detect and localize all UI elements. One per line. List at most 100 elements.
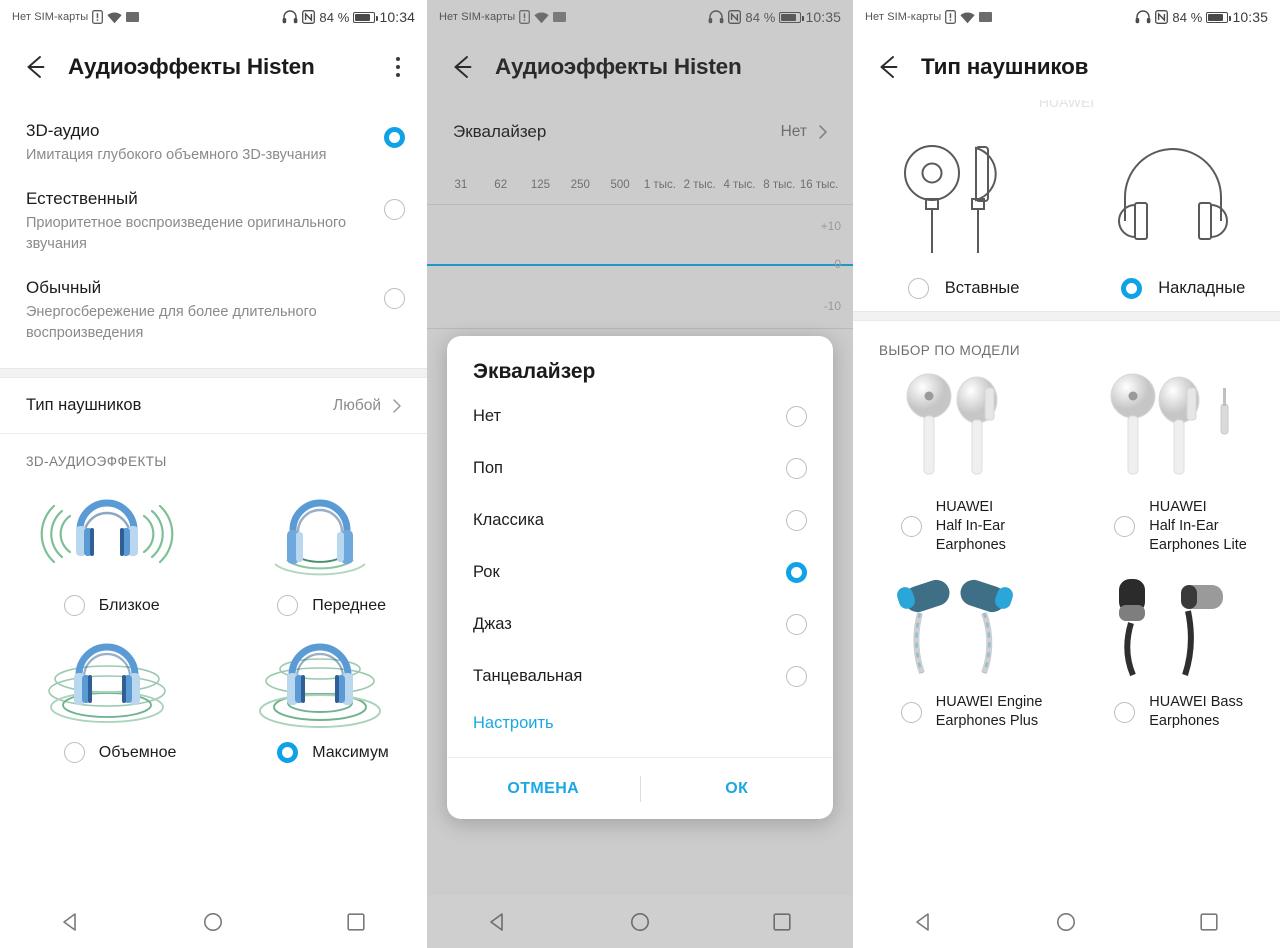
headphone-type-label: Тип наушников xyxy=(26,396,142,414)
headphone-type-value: Любой xyxy=(333,396,381,414)
equalizer-graph[interactable]: +10 0 -10 xyxy=(427,202,853,352)
equalizer-row[interactable]: Эквалайзер Нет xyxy=(427,100,853,164)
mode-row-natural[interactable]: Естественный Приоритетное воспроизведени… xyxy=(0,176,427,265)
sms-icon xyxy=(126,12,140,22)
option-radio-jazz[interactable] xyxy=(786,613,807,635)
effect-cell-surround[interactable]: Объемное xyxy=(0,622,214,769)
type-label: Накладные xyxy=(1158,279,1246,297)
square-recents-icon[interactable] xyxy=(771,911,793,933)
page-title: Аудиоэффекты Histen xyxy=(495,54,742,79)
headphones-max-icon xyxy=(240,632,400,730)
mode-row-3d-audio[interactable]: 3D-аудио Имитация глубокого объемного 3D… xyxy=(0,108,427,176)
type-cell-over-ear[interactable]: Накладные xyxy=(1067,132,1280,299)
mode-radio-standard[interactable] xyxy=(384,287,405,309)
mode-title: 3D-аудио xyxy=(26,121,100,140)
effect-radio-near[interactable] xyxy=(63,595,85,616)
over-ear-headphones-icon xyxy=(1103,132,1243,262)
triangle-back-icon[interactable] xyxy=(60,911,82,933)
effect-cell-near[interactable]: Близкое xyxy=(0,475,214,622)
triangle-back-icon[interactable] xyxy=(913,911,935,933)
option-radio-rock[interactable] xyxy=(786,561,807,583)
dialog-option-pop[interactable]: Поп xyxy=(447,442,833,494)
type-radio-in-ear[interactable] xyxy=(907,278,929,299)
mode-radio-3d-audio[interactable] xyxy=(384,127,405,148)
sms-icon xyxy=(553,12,567,22)
model-cell-engine-plus[interactable]: HUAWEI Engine Earphones Plus xyxy=(853,555,1067,731)
system-nav-bar xyxy=(0,895,427,948)
model-cell-bass[interactable]: HUAWEI Bass Earphones xyxy=(1067,555,1280,731)
graph-label-zero: 0 xyxy=(834,257,841,271)
clipped-text: HUAWEI xyxy=(1038,100,1095,110)
dialog-customize-link[interactable]: Настроить xyxy=(447,702,833,743)
model-cell-half-in-ear[interactable]: HUAWEI Half In-Ear Earphones xyxy=(853,360,1067,555)
dialog-option-classic[interactable]: Классика xyxy=(447,494,833,546)
type-cell-in-ear[interactable]: Вставные xyxy=(853,132,1067,299)
earbuds-icon xyxy=(890,132,1030,262)
square-recents-icon[interactable] xyxy=(1198,911,1220,933)
screen-equalizer-dialog: Нет SIM-карты 84 % 10:35 Аудиоэффекты Hi… xyxy=(427,0,853,948)
clock-text: 10:35 xyxy=(805,9,841,25)
dialog-option-rock[interactable]: Рок xyxy=(447,546,833,598)
huawei-engine-plus-photo xyxy=(880,561,1040,683)
nfc-icon xyxy=(1155,10,1169,24)
back-arrow-icon[interactable] xyxy=(18,50,52,84)
battery-percent-text: 84 % xyxy=(319,9,350,25)
dialog-option-dance[interactable]: Танцевальная xyxy=(447,650,833,702)
effect-radio-front[interactable] xyxy=(277,595,299,616)
mode-radio-natural[interactable] xyxy=(384,198,405,220)
freq-label: 2 тыс. xyxy=(683,179,716,191)
freq-label: 125 xyxy=(530,179,551,191)
effect-cell-max[interactable]: Максимум xyxy=(214,622,428,769)
model-name: HUAWEI Half In-Ear Earphones Lite xyxy=(1149,499,1247,553)
status-bar: Нет SIM-карты xyxy=(853,0,1280,34)
model-radio-half-in-ear[interactable] xyxy=(900,516,922,537)
circle-home-icon[interactable] xyxy=(202,911,224,933)
model-radio-half-in-ear-lite[interactable] xyxy=(1114,516,1136,537)
equalizer-dialog: Эквалайзер Нет Поп Классика Рок Джаз Тан… xyxy=(447,336,833,819)
app-bar: Тип наушников xyxy=(853,34,1280,100)
audio-mode-list: 3D-аудио Имитация глубокого объемного 3D… xyxy=(0,100,427,368)
option-radio-dance[interactable] xyxy=(786,665,807,687)
freq-label: 8 тыс. xyxy=(763,179,796,191)
model-radio-bass[interactable] xyxy=(1114,701,1136,723)
mode-row-standard[interactable]: Обычный Энергосбережение для более длите… xyxy=(0,265,427,354)
dialog-option-jazz[interactable]: Джаз xyxy=(447,598,833,650)
equalizer-frequency-labels: 31 62 125 250 500 1 тыс. 2 тыс. 4 тыс. 8… xyxy=(427,164,853,192)
model-cell-half-in-ear-lite[interactable]: HUAWEI Half In-Ear Earphones Lite xyxy=(1067,360,1280,555)
clock-text: 10:35 xyxy=(1232,9,1268,25)
page-title: Тип наушников xyxy=(921,54,1089,79)
ok-button[interactable]: ОК xyxy=(641,780,834,798)
cancel-button[interactable]: ОТМЕНА xyxy=(447,780,640,798)
section-header-models: ВЫБОР ПО МОДЕЛИ xyxy=(879,343,1021,358)
effect-radio-max[interactable] xyxy=(277,742,299,763)
headphone-type-row[interactable]: Тип наушников Любой xyxy=(0,378,427,433)
back-arrow-icon[interactable] xyxy=(445,50,479,84)
sms-icon xyxy=(979,12,993,22)
freq-label: 250 xyxy=(570,179,590,191)
option-label: Танцевальная xyxy=(473,666,583,685)
model-radio-engine-plus[interactable] xyxy=(900,701,922,723)
model-name: HUAWEI Bass Earphones xyxy=(1149,694,1243,729)
sim-alert-icon xyxy=(945,10,957,24)
overflow-menu-icon[interactable] xyxy=(387,50,409,84)
headphones-near-icon xyxy=(32,485,182,583)
screen-headphone-type: Нет SIM-карты 84 % 10:35 Тип наушников H… xyxy=(853,0,1280,948)
effect-radio-surround[interactable] xyxy=(63,742,85,763)
type-radio-over-ear[interactable] xyxy=(1121,278,1143,299)
triangle-back-icon[interactable] xyxy=(487,911,509,933)
battery-icon xyxy=(1206,11,1232,23)
effect-cell-front[interactable]: Переднее xyxy=(214,475,428,622)
headset-icon xyxy=(709,10,724,24)
option-label: Нет xyxy=(473,406,502,425)
square-recents-icon[interactable] xyxy=(345,911,367,933)
option-radio-pop[interactable] xyxy=(786,457,807,479)
option-radio-classic[interactable] xyxy=(786,509,807,531)
scrolled-content-clip: HUAWEI xyxy=(853,100,1280,122)
option-radio-none[interactable] xyxy=(786,405,807,427)
back-arrow-icon[interactable] xyxy=(871,50,905,84)
circle-home-icon[interactable] xyxy=(629,911,651,933)
circle-home-icon[interactable] xyxy=(1055,911,1077,933)
dialog-option-none[interactable]: Нет xyxy=(447,390,833,442)
battery-percent-text: 84 % xyxy=(745,9,776,25)
grid-line-top xyxy=(427,204,853,205)
